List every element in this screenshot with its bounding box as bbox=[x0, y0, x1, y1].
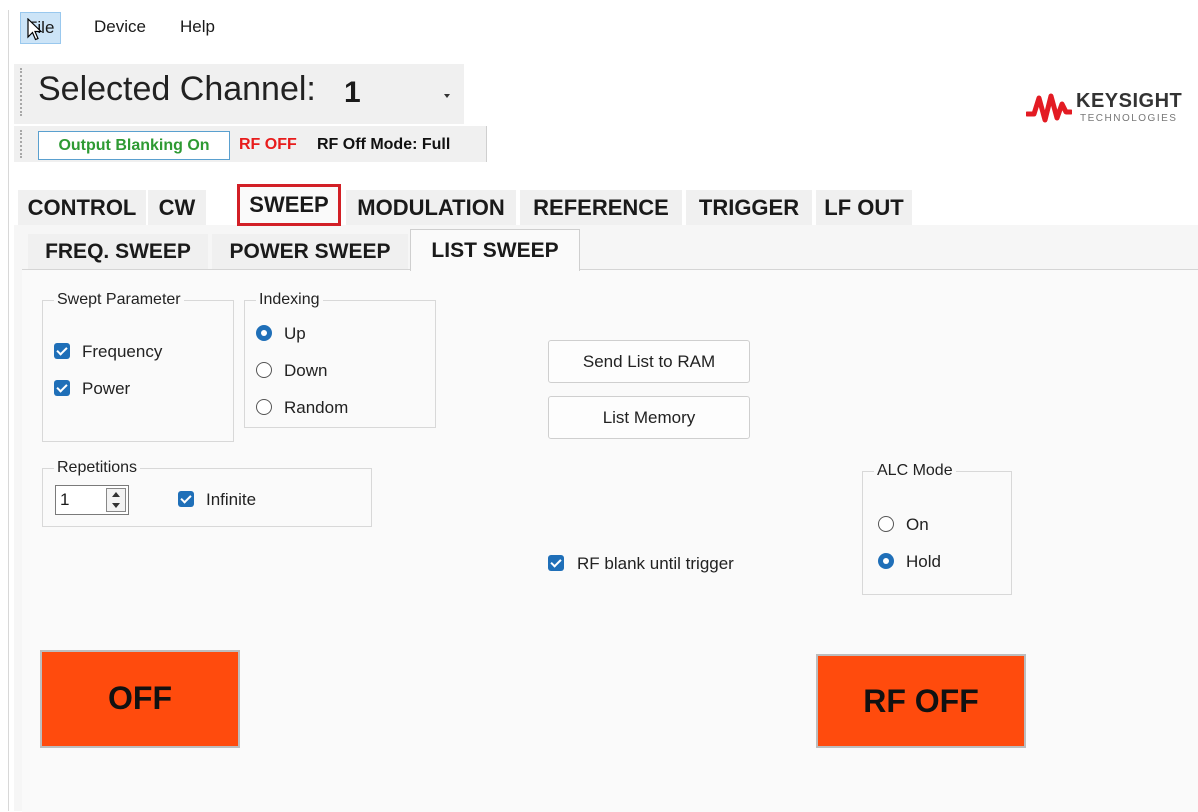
swept-parameter-title: Swept Parameter bbox=[54, 291, 184, 309]
repetitions-value: 1 bbox=[60, 490, 70, 509]
indexing-random-label: Random bbox=[284, 398, 349, 417]
alc-mode-title: ALC Mode bbox=[874, 462, 956, 480]
logo-name: KEYSIGHT bbox=[1076, 90, 1183, 112]
indexing-random-radio[interactable] bbox=[256, 399, 272, 415]
alc-mode-group bbox=[862, 471, 1012, 595]
indexing-down-label: Down bbox=[284, 361, 328, 380]
repetitions-title: Repetitions bbox=[54, 459, 141, 477]
rf-blank-checkbox[interactable] bbox=[548, 555, 564, 571]
infinite-label: Infinite bbox=[206, 490, 257, 509]
alc-hold-radio[interactable] bbox=[878, 553, 894, 569]
rf-off-mode-status: RF Off Mode: Full bbox=[317, 136, 451, 153]
spin-up-icon[interactable] bbox=[112, 492, 120, 497]
frequency-checkbox[interactable] bbox=[54, 343, 70, 359]
frequency-label: Frequency bbox=[82, 342, 163, 361]
menu-help[interactable]: Help bbox=[174, 12, 221, 42]
tab-lf-out[interactable]: LF OUT bbox=[816, 190, 912, 225]
output-blanking-status[interactable]: Output Blanking On bbox=[38, 131, 230, 160]
tab-sweep[interactable]: SWEEP bbox=[237, 184, 341, 226]
channel-select[interactable]: 1 bbox=[344, 76, 361, 110]
indexing-title: Indexing bbox=[256, 291, 323, 309]
list-memory-button[interactable]: List Memory bbox=[548, 396, 750, 439]
rf-blank-label: RF blank until trigger bbox=[577, 554, 734, 573]
toolbar-grip[interactable] bbox=[20, 130, 25, 158]
send-list-to-ram-button[interactable]: Send List to RAM bbox=[548, 340, 750, 383]
power-checkbox[interactable] bbox=[54, 380, 70, 396]
alc-hold-label: Hold bbox=[906, 552, 941, 571]
menu-device[interactable]: Device bbox=[88, 12, 152, 42]
tab-freq-sweep[interactable]: FREQ. SWEEP bbox=[28, 234, 208, 269]
infinite-checkbox[interactable] bbox=[178, 491, 194, 507]
tab-list-sweep[interactable]: LIST SWEEP bbox=[410, 229, 580, 271]
spinner-buttons[interactable] bbox=[106, 488, 126, 512]
indexing-down-radio[interactable] bbox=[256, 362, 272, 378]
tab-cw[interactable]: CW bbox=[148, 190, 206, 225]
tab-control[interactable]: CONTROL bbox=[18, 190, 146, 225]
chevron-down-icon[interactable] bbox=[444, 94, 450, 98]
alc-on-label: On bbox=[906, 515, 929, 534]
tab-reference[interactable]: REFERENCE bbox=[520, 190, 682, 225]
alc-on-radio[interactable] bbox=[878, 516, 894, 532]
window-left-edge bbox=[8, 10, 9, 811]
mouse-cursor-icon bbox=[27, 18, 43, 41]
swept-parameter-group bbox=[42, 300, 234, 442]
toolbar-grip[interactable] bbox=[20, 68, 25, 116]
rf-status: RF OFF bbox=[239, 136, 297, 153]
tab-modulation[interactable]: MODULATION bbox=[346, 190, 516, 225]
spin-down-icon[interactable] bbox=[112, 503, 120, 508]
power-label: Power bbox=[82, 379, 131, 398]
indexing-up-radio[interactable] bbox=[256, 325, 272, 341]
repetitions-spinner[interactable]: 1 bbox=[55, 485, 129, 515]
sweep-off-button[interactable]: OFF bbox=[40, 650, 240, 748]
rf-off-button[interactable]: RF OFF bbox=[816, 654, 1026, 748]
logo-subtitle: TECHNOLOGIES bbox=[1080, 113, 1178, 124]
tab-trigger[interactable]: TRIGGER bbox=[686, 190, 812, 225]
tab-power-sweep[interactable]: POWER SWEEP bbox=[212, 234, 408, 269]
indexing-up-label: Up bbox=[284, 324, 306, 343]
keysight-logo-icon bbox=[1026, 93, 1072, 123]
selected-channel-label: Selected Channel: bbox=[38, 70, 316, 108]
